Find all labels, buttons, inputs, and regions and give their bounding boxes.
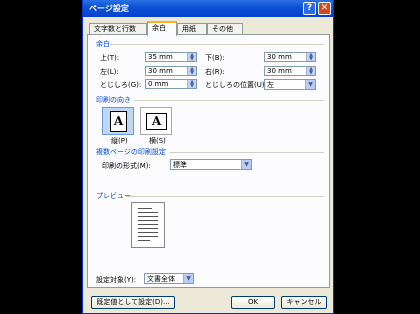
landscape-option[interactable]: A	[140, 107, 172, 135]
right-margin-field[interactable]: 30 mm ▲ ▼	[264, 66, 316, 76]
gutter-position-select[interactable]: 左 ▼	[264, 79, 316, 90]
preview-line	[138, 236, 158, 237]
ok-button[interactable]: OK	[231, 296, 275, 309]
cancel-button[interactable]: キャンセル	[281, 296, 327, 309]
spin-arrows-icon[interactable]: ▲ ▼	[187, 80, 196, 89]
set-default-button[interactable]: 既定値として設定(D)...	[91, 296, 175, 309]
gutter-value: 0 mm	[148, 80, 169, 88]
page-setup-dialog: ページ設定 ? ✕ 文字数と行数 余白 用紙 その他 余白 上(T): 35 m…	[82, 0, 334, 314]
print-format-value: 標準	[173, 161, 187, 169]
top-margin-value: 35 mm	[148, 53, 173, 61]
spin-arrows-icon[interactable]: ▲ ▼	[187, 67, 196, 76]
preview-line	[138, 224, 158, 225]
close-button[interactable]: ✕	[318, 2, 331, 15]
gutter-position-value: 左	[267, 81, 274, 89]
help-button[interactable]: ?	[303, 2, 316, 15]
bottom-margin-value: 30 mm	[267, 53, 292, 61]
right-margin-value: 30 mm	[267, 67, 292, 75]
section-divider	[134, 100, 324, 101]
bottom-margin-field[interactable]: 30 mm ▲ ▼	[264, 52, 316, 62]
title-bar[interactable]: ページ設定 ? ✕	[83, 0, 333, 17]
margins-section-label: 余白	[96, 40, 110, 48]
preview-line	[138, 208, 152, 209]
preview-line	[138, 240, 150, 241]
portrait-label: 縦(P)	[111, 137, 128, 145]
print-format-label: 印刷の形式(M):	[102, 162, 151, 170]
tab-strip: 文字数と行数 余白 用紙 その他	[87, 21, 331, 36]
chevron-down-icon[interactable]: ▼	[305, 80, 315, 89]
tab-margins[interactable]: 余白	[147, 21, 177, 36]
spin-arrows-icon[interactable]: ▲ ▼	[306, 53, 315, 62]
chevron-down-icon[interactable]: ▼	[183, 274, 193, 283]
right-margin-label: 右(R):	[205, 68, 225, 76]
apply-to-value: 文書全体	[147, 275, 175, 283]
gutter-label: とじしろ(G):	[100, 81, 142, 89]
margins-panel: 余白 上(T): 35 mm ▲ ▼ 下(B): 30 mm ▲ ▼ 左(L): 3…	[87, 34, 330, 288]
section-divider	[170, 152, 324, 153]
chevron-down-icon[interactable]: ▼	[241, 160, 251, 169]
top-margin-label: 上(T):	[100, 54, 120, 62]
section-divider	[110, 44, 324, 45]
spin-arrows-icon[interactable]: ▲ ▼	[187, 53, 196, 62]
orientation-section-label: 印刷の向き	[96, 96, 131, 104]
portrait-page-icon: A	[110, 111, 127, 132]
preview-line	[138, 232, 158, 233]
bottom-margin-label: 下(B):	[205, 54, 225, 62]
landscape-label: 横(S)	[149, 137, 166, 145]
dialog-title: ページ設定	[89, 4, 129, 13]
apply-to-label: 設定対象(Y):	[96, 276, 137, 284]
page-preview	[131, 202, 165, 248]
top-margin-field[interactable]: 35 mm ▲ ▼	[145, 52, 197, 62]
apply-to-select[interactable]: 文書全体 ▼	[144, 273, 194, 284]
multiple-pages-section-label: 複数ページの印刷設定	[96, 148, 166, 156]
left-margin-value: 30 mm	[148, 67, 173, 75]
gutter-field[interactable]: 0 mm ▲ ▼	[145, 79, 197, 89]
left-margin-field[interactable]: 30 mm ▲ ▼	[145, 66, 197, 76]
gutter-position-label: とじしろの位置(U):	[205, 81, 267, 89]
preview-line	[138, 212, 158, 213]
portrait-option[interactable]: A	[102, 107, 134, 135]
section-divider	[126, 196, 324, 197]
spin-arrows-icon[interactable]: ▲ ▼	[306, 67, 315, 76]
print-format-select[interactable]: 標準 ▼	[170, 159, 252, 170]
preview-line	[138, 220, 158, 221]
left-margin-label: 左(L):	[100, 68, 119, 76]
preview-line	[138, 216, 158, 217]
landscape-page-icon: A	[146, 113, 167, 130]
preview-line	[138, 228, 158, 229]
